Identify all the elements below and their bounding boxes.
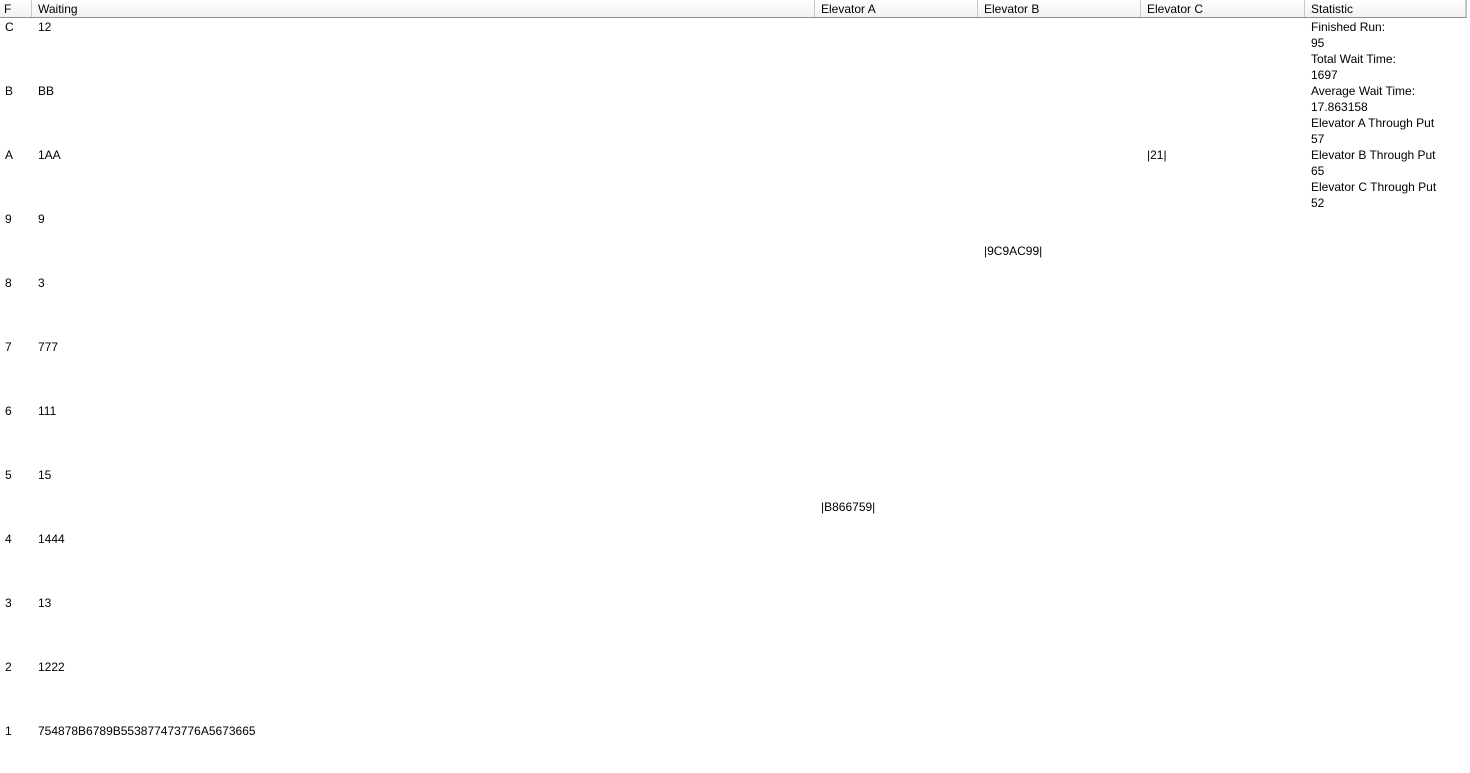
total-wait-value: 1697	[1311, 68, 1338, 82]
floor-label: 4	[5, 532, 12, 546]
floor-label: 6	[5, 404, 12, 418]
waiting-passengers: 1222	[38, 660, 65, 674]
elevator-c-car: |21|	[1147, 148, 1167, 162]
table-row: C 12	[0, 19, 1466, 83]
column-header-waiting[interactable]: Waiting	[32, 0, 815, 17]
waiting-passengers: 13	[38, 596, 52, 610]
waiting-passengers: BB	[38, 84, 55, 98]
floor-label: 2	[5, 660, 12, 674]
elevator-c-throughput-value: 52	[1311, 196, 1325, 210]
column-header-statistic[interactable]: Statistic	[1305, 0, 1466, 17]
waiting-passengers: 777	[38, 340, 59, 354]
floor-label: 3	[5, 596, 12, 610]
table-row: 4 1444	[0, 531, 1466, 595]
floor-label: A	[5, 148, 14, 162]
elevator-a-throughput-label: Elevator A Through Put	[1311, 116, 1435, 130]
column-header-floor[interactable]: F	[0, 0, 32, 17]
waiting-passengers: 3	[38, 276, 45, 290]
elevator-b-throughput-label: Elevator B Through Put	[1311, 148, 1436, 162]
average-wait-value: 17.863158	[1311, 100, 1368, 114]
floor-label: B	[5, 84, 14, 98]
elevator-a-car: |B866759|	[821, 500, 876, 514]
table-row: 7 777	[0, 339, 1466, 403]
table-row: 1 754878B6789B553877473776A5673665	[0, 723, 1466, 773]
table-row: A 1AA |21|	[0, 147, 1466, 211]
table-row: B BB	[0, 83, 1466, 147]
floor-label: 5	[5, 468, 12, 482]
waiting-passengers: 1444	[38, 532, 65, 546]
floor-label: 7	[5, 340, 12, 354]
waiting-passengers: 754878B6789B553877473776A5673665	[38, 724, 256, 738]
floor-label: C	[5, 20, 14, 34]
floor-label: 9	[5, 212, 12, 226]
column-header-elevator-a[interactable]: Elevator A	[815, 0, 978, 17]
elevator-simulation-view: F Waiting Elevator A Elevator B Elevator…	[0, 0, 1470, 773]
floor-label: 1	[5, 724, 12, 738]
waiting-passengers: 111	[38, 404, 57, 418]
waiting-passengers: 9	[38, 212, 45, 226]
waiting-passengers: 15	[38, 468, 52, 482]
finished-run-label: Finished Run:	[1311, 20, 1386, 34]
table-row: |9C9AC99|	[0, 243, 1466, 259]
table-row: |B866759|	[0, 499, 1466, 515]
elevator-b-throughput-value: 65	[1311, 164, 1325, 178]
elevator-a-throughput-value: 57	[1311, 132, 1325, 146]
waiting-passengers: 12	[38, 20, 52, 34]
elevator-b-car: |9C9AC99|	[984, 244, 1043, 258]
statistics-panel: Finished Run: 95 Total Wait Time: 1697 A…	[1311, 19, 1436, 211]
finished-run-value: 95	[1311, 36, 1325, 50]
floor-label: 8	[5, 276, 12, 290]
total-wait-label: Total Wait Time:	[1311, 52, 1396, 66]
column-header-row: F Waiting Elevator A Elevator B Elevator…	[0, 0, 1467, 18]
column-header-elevator-c[interactable]: Elevator C	[1141, 0, 1305, 17]
table-row: 3 13	[0, 595, 1466, 659]
elevator-c-throughput-label: Elevator C Through Put	[1311, 180, 1437, 194]
average-wait-label: Average Wait Time:	[1311, 84, 1416, 98]
table-row: 2 1222	[0, 659, 1466, 723]
table-row: 8 3	[0, 275, 1466, 339]
waiting-passengers: 1AA	[38, 148, 61, 162]
column-header-elevator-b[interactable]: Elevator B	[978, 0, 1141, 17]
table-row: 6 111	[0, 403, 1466, 467]
